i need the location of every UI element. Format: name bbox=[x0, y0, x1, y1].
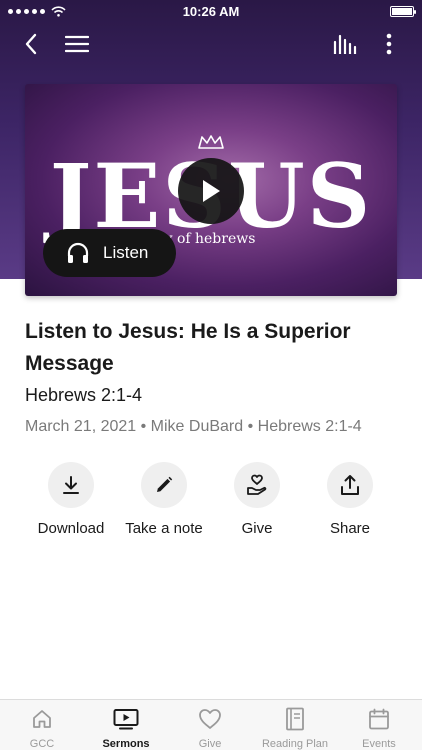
more-options-button[interactable] bbox=[371, 26, 407, 62]
tab-sermons[interactable]: Sermons bbox=[84, 706, 168, 750]
tab-give[interactable]: Give bbox=[168, 706, 252, 750]
back-button[interactable] bbox=[13, 26, 49, 62]
take-note-button[interactable]: Take a note bbox=[114, 462, 214, 537]
play-button[interactable] bbox=[178, 158, 244, 224]
calendar-icon bbox=[369, 708, 389, 730]
tab-gcc-icon-wrap bbox=[0, 706, 84, 732]
book-icon bbox=[286, 707, 304, 731]
sermon-scripture: Hebrews 2:1-4 bbox=[25, 385, 143, 405]
download-circle bbox=[48, 462, 94, 508]
heart-icon bbox=[199, 709, 221, 729]
tab-gcc-label: GCC bbox=[29, 738, 55, 750]
headphones-icon bbox=[67, 242, 89, 263]
take-note-label: Take a note bbox=[125, 520, 203, 537]
tab-give-label: Give bbox=[198, 738, 222, 750]
play-icon bbox=[203, 180, 220, 202]
give-circle bbox=[234, 462, 280, 508]
tab-reading-plan-label: Reading Plan bbox=[261, 738, 329, 750]
chevron-left-icon bbox=[25, 33, 37, 55]
status-bar: 10:26 AM bbox=[0, 0, 422, 22]
tab-events-icon-wrap bbox=[337, 706, 421, 732]
sermon-title: Listen to Jesus: He Is a Superior Messag… bbox=[25, 320, 351, 375]
tab-give-icon-wrap bbox=[168, 706, 252, 732]
download-label: Download bbox=[37, 520, 105, 537]
download-icon bbox=[63, 476, 79, 494]
battery-icon bbox=[390, 5, 416, 17]
tab-events[interactable]: Events bbox=[337, 706, 421, 750]
nav-bar bbox=[0, 26, 422, 62]
signal-strength-icon bbox=[8, 8, 45, 14]
give-button[interactable]: Give bbox=[207, 462, 307, 537]
action-row: Download Take a note Give Share bbox=[0, 462, 422, 542]
wifi-icon bbox=[51, 5, 66, 17]
tab-sermons-icon-wrap bbox=[84, 706, 168, 732]
tab-sermons-label: Sermons bbox=[102, 738, 150, 750]
audio-button[interactable] bbox=[327, 26, 363, 62]
tv-play-icon bbox=[113, 709, 139, 730]
listen-button[interactable]: Listen bbox=[43, 229, 176, 277]
share-label: Share bbox=[329, 520, 371, 537]
heart-hand-icon bbox=[247, 474, 267, 495]
listen-label: Listen bbox=[103, 243, 149, 262]
bottom-tab-bar: GCC Sermons Give Reading Plan Events bbox=[0, 699, 422, 750]
give-label: Give bbox=[241, 520, 273, 537]
pencil-icon bbox=[157, 476, 173, 492]
download-button[interactable]: Download bbox=[21, 462, 121, 537]
tab-events-label: Events bbox=[362, 738, 396, 750]
share-button[interactable]: Share bbox=[300, 462, 400, 537]
share-icon bbox=[341, 475, 359, 495]
home-icon bbox=[33, 710, 51, 728]
share-circle bbox=[327, 462, 373, 508]
audio-levels-icon bbox=[333, 34, 357, 54]
vertical-more-icon bbox=[386, 33, 392, 55]
tab-reading-plan[interactable]: Reading Plan bbox=[253, 706, 337, 750]
sermon-meta: March 21, 2021 • Mike DuBard • Hebrews 2… bbox=[25, 418, 362, 435]
tab-reading-plan-icon-wrap bbox=[253, 706, 337, 732]
tab-gcc[interactable]: GCC bbox=[0, 706, 84, 750]
menu-button[interactable] bbox=[59, 26, 95, 62]
take-note-circle bbox=[141, 462, 187, 508]
status-left bbox=[8, 5, 66, 17]
hamburger-menu-icon bbox=[65, 35, 89, 53]
